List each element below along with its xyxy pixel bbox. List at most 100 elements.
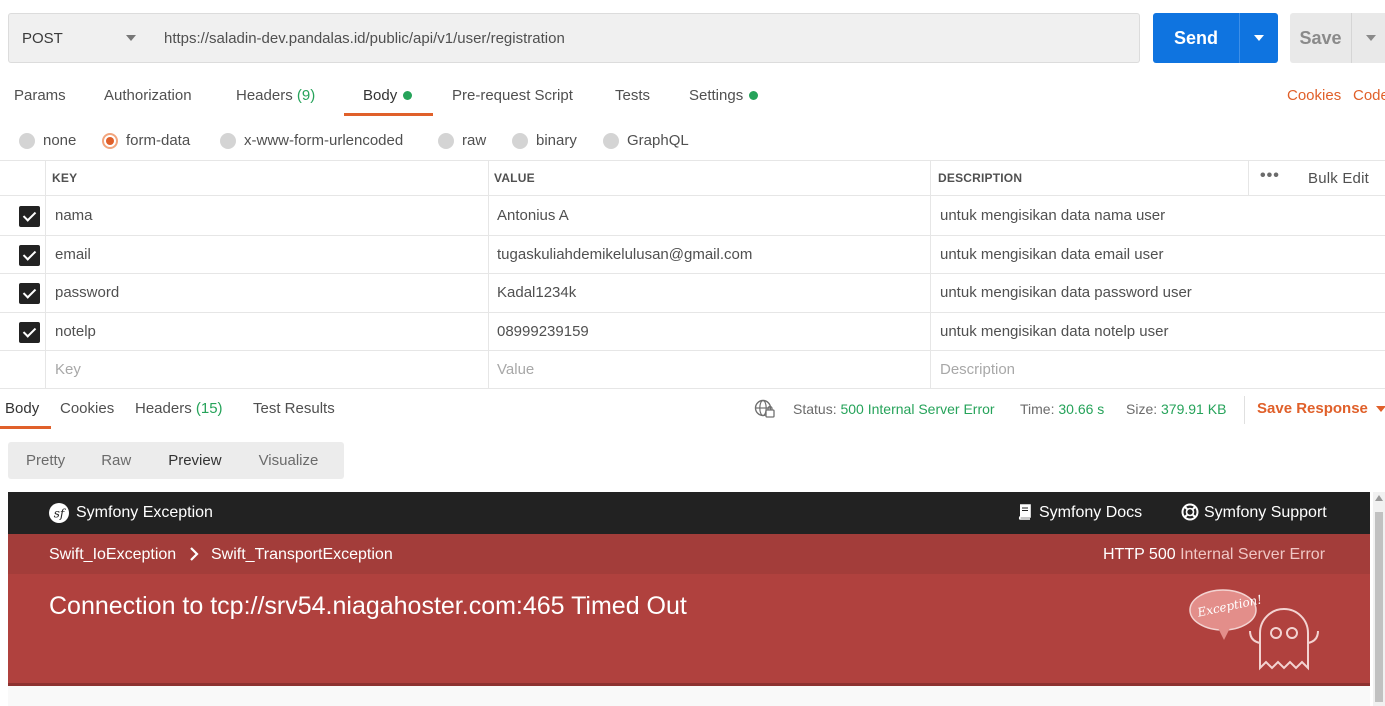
tab-tests[interactable]: Tests [615, 87, 650, 104]
tab-settings[interactable]: Settings [689, 87, 759, 104]
row-key[interactable]: email [55, 246, 91, 263]
method-select[interactable]: POST [8, 13, 152, 63]
tab-headers[interactable]: Headers (9) [236, 87, 315, 104]
tab-body-label: Body [363, 87, 398, 104]
exception-trace-area [8, 686, 1370, 706]
column-header-value: VALUE [494, 171, 535, 185]
size-readout: Size: 379.91 KB [1126, 401, 1226, 417]
row-enabled-checkbox[interactable] [19, 283, 40, 304]
chevron-down-icon [1254, 35, 1264, 41]
row-key[interactable]: nama [55, 207, 93, 224]
tab-headers-label: Headers [236, 87, 293, 104]
body-indicator-dot [403, 90, 413, 100]
row-value[interactable]: 08999239159 [497, 323, 589, 340]
url-input[interactable]: https://saladin-dev.pandalas.id/public/a… [151, 13, 1140, 63]
view-pretty-button[interactable]: Pretty [26, 452, 65, 469]
send-options-button[interactable] [1240, 35, 1278, 41]
row-key[interactable]: notelp [55, 323, 96, 340]
time-value: 30.66 s [1058, 401, 1105, 417]
scrollbar-thumb[interactable] [1375, 512, 1383, 702]
radio-circle [512, 132, 528, 149]
new-value-input[interactable]: Value [497, 361, 534, 378]
more-options-icon[interactable]: ••• [1260, 167, 1280, 185]
symfony-title: Symfony Exception [76, 504, 213, 521]
radio-none[interactable]: none [19, 132, 76, 149]
row-value[interactable]: tugaskuliahdemikelulusan@gmail.com [497, 246, 752, 263]
exception-ghost-icon: Exception! [1188, 588, 1338, 678]
row-enabled-checkbox[interactable] [19, 206, 40, 227]
cookies-link[interactable]: Cookies [1287, 87, 1341, 104]
code-link[interactable]: Code [1353, 87, 1385, 104]
settings-indicator-dot [749, 90, 759, 100]
book-icon [1016, 504, 1032, 524]
save-response-button[interactable]: Save Response [1257, 400, 1385, 417]
response-tab-headers[interactable]: Headers (15) [135, 400, 223, 417]
tab-body[interactable]: Body [363, 87, 413, 104]
tab-authorization[interactable]: Authorization [104, 87, 192, 104]
table-header: KEY VALUE DESCRIPTION ••• Bulk Edit [0, 160, 1385, 196]
response-active-underline [0, 426, 51, 429]
bulk-edit-link[interactable]: Bulk Edit [1308, 170, 1369, 187]
row-description[interactable]: untuk mengisikan data notelp user [940, 323, 1168, 340]
response-view-toggle: Pretty Raw Preview Visualize [8, 442, 344, 479]
radio-urlencoded[interactable]: x-www-form-urlencoded [220, 132, 403, 149]
view-visualize-button[interactable]: Visualize [259, 452, 319, 469]
response-tab-test-results[interactable]: Test Results [253, 400, 335, 417]
size-label: Size: [1126, 401, 1158, 417]
row-description[interactable]: untuk mengisikan data password user [940, 284, 1192, 301]
column-divider [930, 160, 931, 389]
scroll-up-arrow-icon[interactable] [1375, 495, 1383, 501]
row-enabled-checkbox[interactable] [19, 245, 40, 266]
table-row-new: Key Value Description [0, 351, 1385, 389]
response-headers-count: (15) [195, 400, 223, 417]
view-preview-button[interactable]: Preview [168, 452, 221, 469]
radio-form-data[interactable]: form-data [102, 132, 190, 149]
radio-raw-label: raw [462, 132, 487, 149]
send-button[interactable]: Send [1153, 13, 1278, 63]
preview-scrollbar[interactable] [1373, 492, 1385, 706]
row-value[interactable]: Kadal1234k [497, 284, 576, 301]
column-divider [1248, 160, 1249, 196]
symfony-docs-link[interactable]: Symfony Docs [1039, 504, 1142, 522]
table-row: notelp 08999239159 untuk mengisikan data… [0, 313, 1385, 351]
table-row: password Kadal1234k untuk mengisikan dat… [0, 274, 1385, 313]
radio-circle-selected [102, 132, 118, 149]
row-enabled-checkbox[interactable] [19, 322, 40, 343]
radio-urlencoded-label: x-www-form-urlencoded [244, 132, 404, 149]
save-button[interactable]: Save [1290, 13, 1385, 63]
response-headers-label: Headers [135, 400, 192, 417]
response-tab-body[interactable]: Body [5, 400, 39, 417]
row-value[interactable]: Antonius A [497, 207, 569, 224]
tab-prerequest-script[interactable]: Pre-request Script [452, 87, 573, 104]
chevron-right-icon [189, 547, 199, 565]
row-description[interactable]: untuk mengisikan data nama user [940, 207, 1165, 224]
radio-binary[interactable]: binary [512, 132, 577, 149]
globe-network-icon[interactable] [754, 399, 776, 423]
view-raw-button[interactable]: Raw [101, 452, 131, 469]
column-divider [45, 160, 46, 389]
row-description[interactable]: untuk mengisikan data email user [940, 246, 1163, 263]
breadcrumb-exception-2: Swift_TransportException [211, 546, 393, 563]
radio-none-label: none [43, 132, 77, 149]
radio-graphql-label: GraphQL [627, 132, 689, 149]
column-header-description: DESCRIPTION [938, 171, 1023, 185]
lifebuoy-icon [1181, 503, 1199, 525]
status-readout: Status: 500 Internal Server Error [793, 401, 995, 417]
save-options-button[interactable] [1352, 35, 1385, 41]
symfony-support-link[interactable]: Symfony Support [1204, 504, 1327, 522]
time-label: Time: [1020, 401, 1055, 417]
radio-raw[interactable]: raw [438, 132, 486, 149]
status-label: Status: [793, 401, 837, 417]
radio-circle [220, 132, 236, 149]
new-key-input[interactable]: Key [55, 361, 81, 378]
tab-settings-label: Settings [689, 87, 744, 104]
status-value: 500 Internal Server Error [840, 401, 995, 417]
response-tab-cookies[interactable]: Cookies [60, 400, 114, 417]
radio-binary-label: binary [536, 132, 577, 149]
new-description-input[interactable]: Description [940, 361, 1015, 378]
radio-graphql[interactable]: GraphQL [603, 132, 689, 149]
row-key[interactable]: password [55, 284, 119, 301]
column-divider [488, 160, 489, 389]
tab-params[interactable]: Params [14, 87, 66, 104]
tab-headers-count: (9) [296, 87, 316, 104]
